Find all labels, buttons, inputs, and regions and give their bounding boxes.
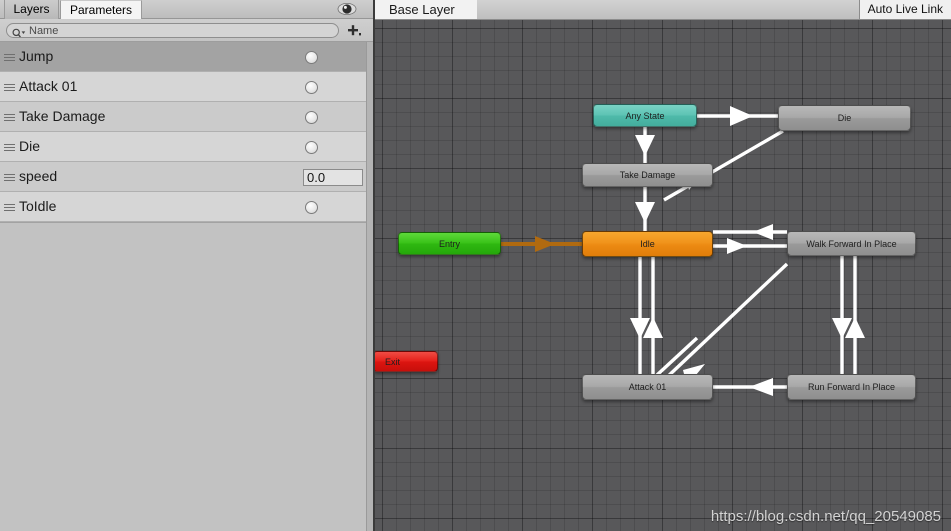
graph-toolbar: Base Layer Auto Live Link (375, 0, 951, 20)
auto-live-link-button[interactable]: Auto Live Link (859, 0, 951, 19)
parameter-trigger-toggle[interactable] (305, 51, 318, 64)
parameter-trigger-toggle[interactable] (305, 111, 318, 124)
breadcrumb-arrow-icon (467, 0, 477, 19)
parameter-trigger-toggle[interactable] (305, 141, 318, 154)
parameter-trigger-toggle[interactable] (305, 201, 318, 214)
node-exit[interactable]: Exit (375, 351, 438, 372)
parameter-row-jump[interactable]: Jump (0, 42, 366, 72)
parameter-row-speed[interactable]: speed 0.0 (0, 162, 366, 192)
node-label: Run Forward In Place (808, 382, 895, 392)
node-take-damage[interactable]: Take Damage (582, 163, 713, 187)
watermark-text: https://blog.csdn.net/qq_20549085 (711, 508, 941, 525)
transition-edges: .ln { stroke:#ffffff; stroke-width:3.4; … (375, 20, 951, 531)
parameter-name: Take Damage (19, 102, 105, 131)
node-die[interactable]: Die (778, 105, 911, 131)
state-machine-canvas[interactable]: .ln { stroke:#ffffff; stroke-width:3.4; … (375, 20, 951, 531)
parameter-name: ToIdle (19, 192, 56, 221)
search-icon (12, 26, 26, 37)
drag-handle-icon[interactable] (4, 144, 15, 150)
parameters-panel: Layers Parameters Name (0, 0, 373, 531)
parameter-float-field[interactable]: 0.0 (303, 169, 363, 186)
parameter-name: Attack 01 (19, 72, 77, 101)
parameter-row-attack-01[interactable]: Attack 01 (0, 72, 366, 102)
node-label: Take Damage (620, 170, 676, 180)
animator-window: Layers Parameters Name (0, 0, 951, 531)
parameter-row-take-damage[interactable]: Take Damage (0, 102, 366, 132)
parameter-name: Die (19, 132, 40, 161)
drag-handle-icon[interactable] (4, 114, 15, 120)
parameters-scrollbar[interactable] (366, 42, 373, 531)
add-parameter-button[interactable] (345, 23, 363, 38)
node-idle[interactable]: Idle (582, 231, 713, 257)
node-walk-forward-in-place[interactable]: Walk Forward In Place (787, 231, 916, 256)
tab-layers[interactable]: Layers (4, 0, 59, 19)
parameter-list: Jump Attack 01 Take Damage Die speed (0, 42, 366, 222)
node-label: Entry (439, 239, 460, 249)
parameter-list-empty-area[interactable] (0, 222, 366, 531)
tab-parameters[interactable]: Parameters (60, 0, 142, 19)
parameter-row-toidle[interactable]: ToIdle (0, 192, 366, 222)
drag-handle-icon[interactable] (4, 204, 15, 210)
parameter-search-row: Name (0, 19, 373, 42)
drag-handle-icon[interactable] (4, 54, 15, 60)
breadcrumb-label: Base Layer (389, 2, 455, 17)
node-any-state[interactable]: Any State (593, 104, 697, 127)
drag-handle-icon[interactable] (4, 174, 15, 180)
parameter-row-die[interactable]: Die (0, 132, 366, 162)
node-label: Die (838, 113, 852, 123)
drag-handle-icon[interactable] (4, 84, 15, 90)
node-attack-01[interactable]: Attack 01 (582, 374, 713, 400)
panel-tabbar: Layers Parameters (0, 0, 373, 19)
search-placeholder: Name (29, 24, 58, 37)
node-run-forward-in-place[interactable]: Run Forward In Place (787, 374, 916, 400)
breadcrumb-base-layer[interactable]: Base Layer (375, 0, 477, 19)
eye-icon[interactable] (337, 2, 357, 16)
node-label: Any State (625, 111, 664, 121)
node-label: Idle (640, 239, 655, 249)
state-machine-panel: Base Layer Auto Live Link .ln { stroke:#… (375, 0, 951, 531)
parameter-name: Jump (19, 42, 53, 71)
node-label: Exit (385, 357, 400, 367)
node-label: Attack 01 (629, 382, 667, 392)
search-input[interactable]: Name (6, 23, 339, 38)
parameter-trigger-toggle[interactable] (305, 81, 318, 94)
node-entry[interactable]: Entry (398, 232, 501, 255)
parameter-name: speed (19, 162, 57, 191)
node-label: Walk Forward In Place (806, 239, 896, 249)
